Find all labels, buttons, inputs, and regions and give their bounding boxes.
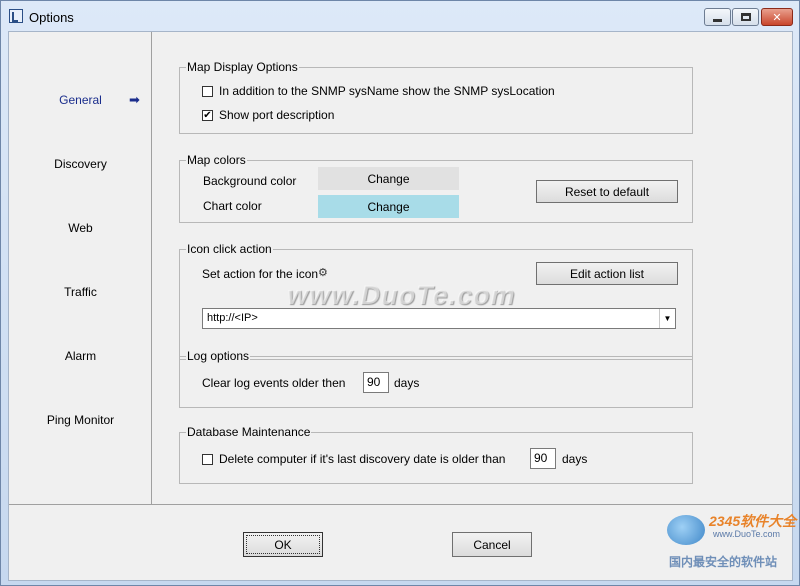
window-title: Options <box>29 10 74 25</box>
port-description-option[interactable]: ✔ Show port description <box>202 107 334 123</box>
sidebar-item-label: Ping Monitor <box>46 413 115 427</box>
options-window: Options ✕ General ➡ Discovery Web Traffi… <box>0 0 800 586</box>
group-title: Icon click action <box>186 242 273 256</box>
maximize-icon <box>740 13 751 21</box>
sidebar-item-alarm[interactable]: Alarm <box>9 349 152 369</box>
group-title: Log options <box>186 349 251 363</box>
clear-log-label: Clear log events older then <box>202 376 346 390</box>
sidebar-item-discovery[interactable]: Discovery <box>9 157 152 177</box>
sidebar-item-label: Traffic <box>64 285 97 299</box>
log-days-unit: days <box>394 376 420 390</box>
background-color-label: Background color <box>203 174 297 188</box>
set-action-label: Set action for the icon <box>202 267 319 281</box>
ok-button[interactable]: OK <box>243 532 323 557</box>
syslocation-checkbox[interactable] <box>202 85 213 97</box>
cancel-button[interactable]: Cancel <box>452 532 532 557</box>
database-maintenance-group: Database Maintenance Delete computer if … <box>179 425 693 484</box>
action-url-value: http://<IP> <box>207 312 258 324</box>
app-icon <box>9 9 23 23</box>
checkbox-label: Delete computer if it's last discovery d… <box>219 452 506 466</box>
reset-to-default-button[interactable]: Reset to default <box>536 180 678 203</box>
checkbox-label: In addition to the SNMP sysName show the… <box>219 84 555 98</box>
close-icon: ✕ <box>772 11 782 24</box>
icon-click-group: Icon click action Set action for the ico… <box>179 242 693 360</box>
map-display-group: Map Display Options In addition to the S… <box>179 60 693 134</box>
sidebar-item-traffic[interactable]: Traffic <box>9 285 152 305</box>
action-url-select[interactable]: http://<IP> ▼ <box>202 308 676 329</box>
discovery-days-input[interactable]: 90 <box>530 448 556 469</box>
sidebar-item-label: Discovery <box>54 157 107 171</box>
sidebar-item-ping-monitor[interactable]: Ping Monitor <box>9 413 152 433</box>
minimize-icon <box>713 18 722 22</box>
client-area: General ➡ Discovery Web Traffic Alarm Pi… <box>8 31 793 581</box>
checkbox-label: Show port description <box>219 108 335 122</box>
sidebar-item-label: Web <box>68 221 93 235</box>
log-options-group: Log options Clear log events older then … <box>179 349 693 408</box>
minimize-button[interactable] <box>704 8 731 26</box>
edit-action-list-button[interactable]: Edit action list <box>536 262 678 285</box>
delete-computer-option[interactable]: Delete computer if it's last discovery d… <box>202 451 505 467</box>
gear-icon[interactable]: ⚙ <box>318 266 328 279</box>
map-colors-group: Map colors Background color Change Chart… <box>179 153 693 223</box>
group-title: Map Display Options <box>186 60 299 74</box>
maximize-button[interactable] <box>732 8 759 26</box>
dialog-footer: OK Cancel <box>9 504 792 580</box>
log-days-input[interactable]: 90 <box>363 372 389 393</box>
background-color-change-button[interactable]: Change <box>318 167 459 190</box>
delete-computer-checkbox[interactable] <box>202 453 213 465</box>
sidebar-item-label: General <box>59 93 102 107</box>
arrow-right-icon: ➡ <box>129 92 140 107</box>
chevron-down-icon[interactable]: ▼ <box>659 309 675 328</box>
syslocation-option[interactable]: In addition to the SNMP sysName show the… <box>202 83 555 99</box>
port-description-checkbox[interactable]: ✔ <box>202 109 213 121</box>
close-button[interactable]: ✕ <box>761 8 793 26</box>
sidebar-item-label: Alarm <box>64 349 97 363</box>
chart-color-label: Chart color <box>203 199 262 213</box>
group-title: Map colors <box>186 153 247 167</box>
discovery-days-unit: days <box>562 452 588 466</box>
group-title: Database Maintenance <box>186 425 312 439</box>
sidebar-item-web[interactable]: Web <box>9 221 152 241</box>
settings-panel: Map Display Options In addition to the S… <box>153 32 793 504</box>
sidebar: General ➡ Discovery Web Traffic Alarm Pi… <box>9 32 152 504</box>
chart-color-change-button[interactable]: Change <box>318 195 459 218</box>
title-bar[interactable]: Options ✕ <box>1 1 799 31</box>
